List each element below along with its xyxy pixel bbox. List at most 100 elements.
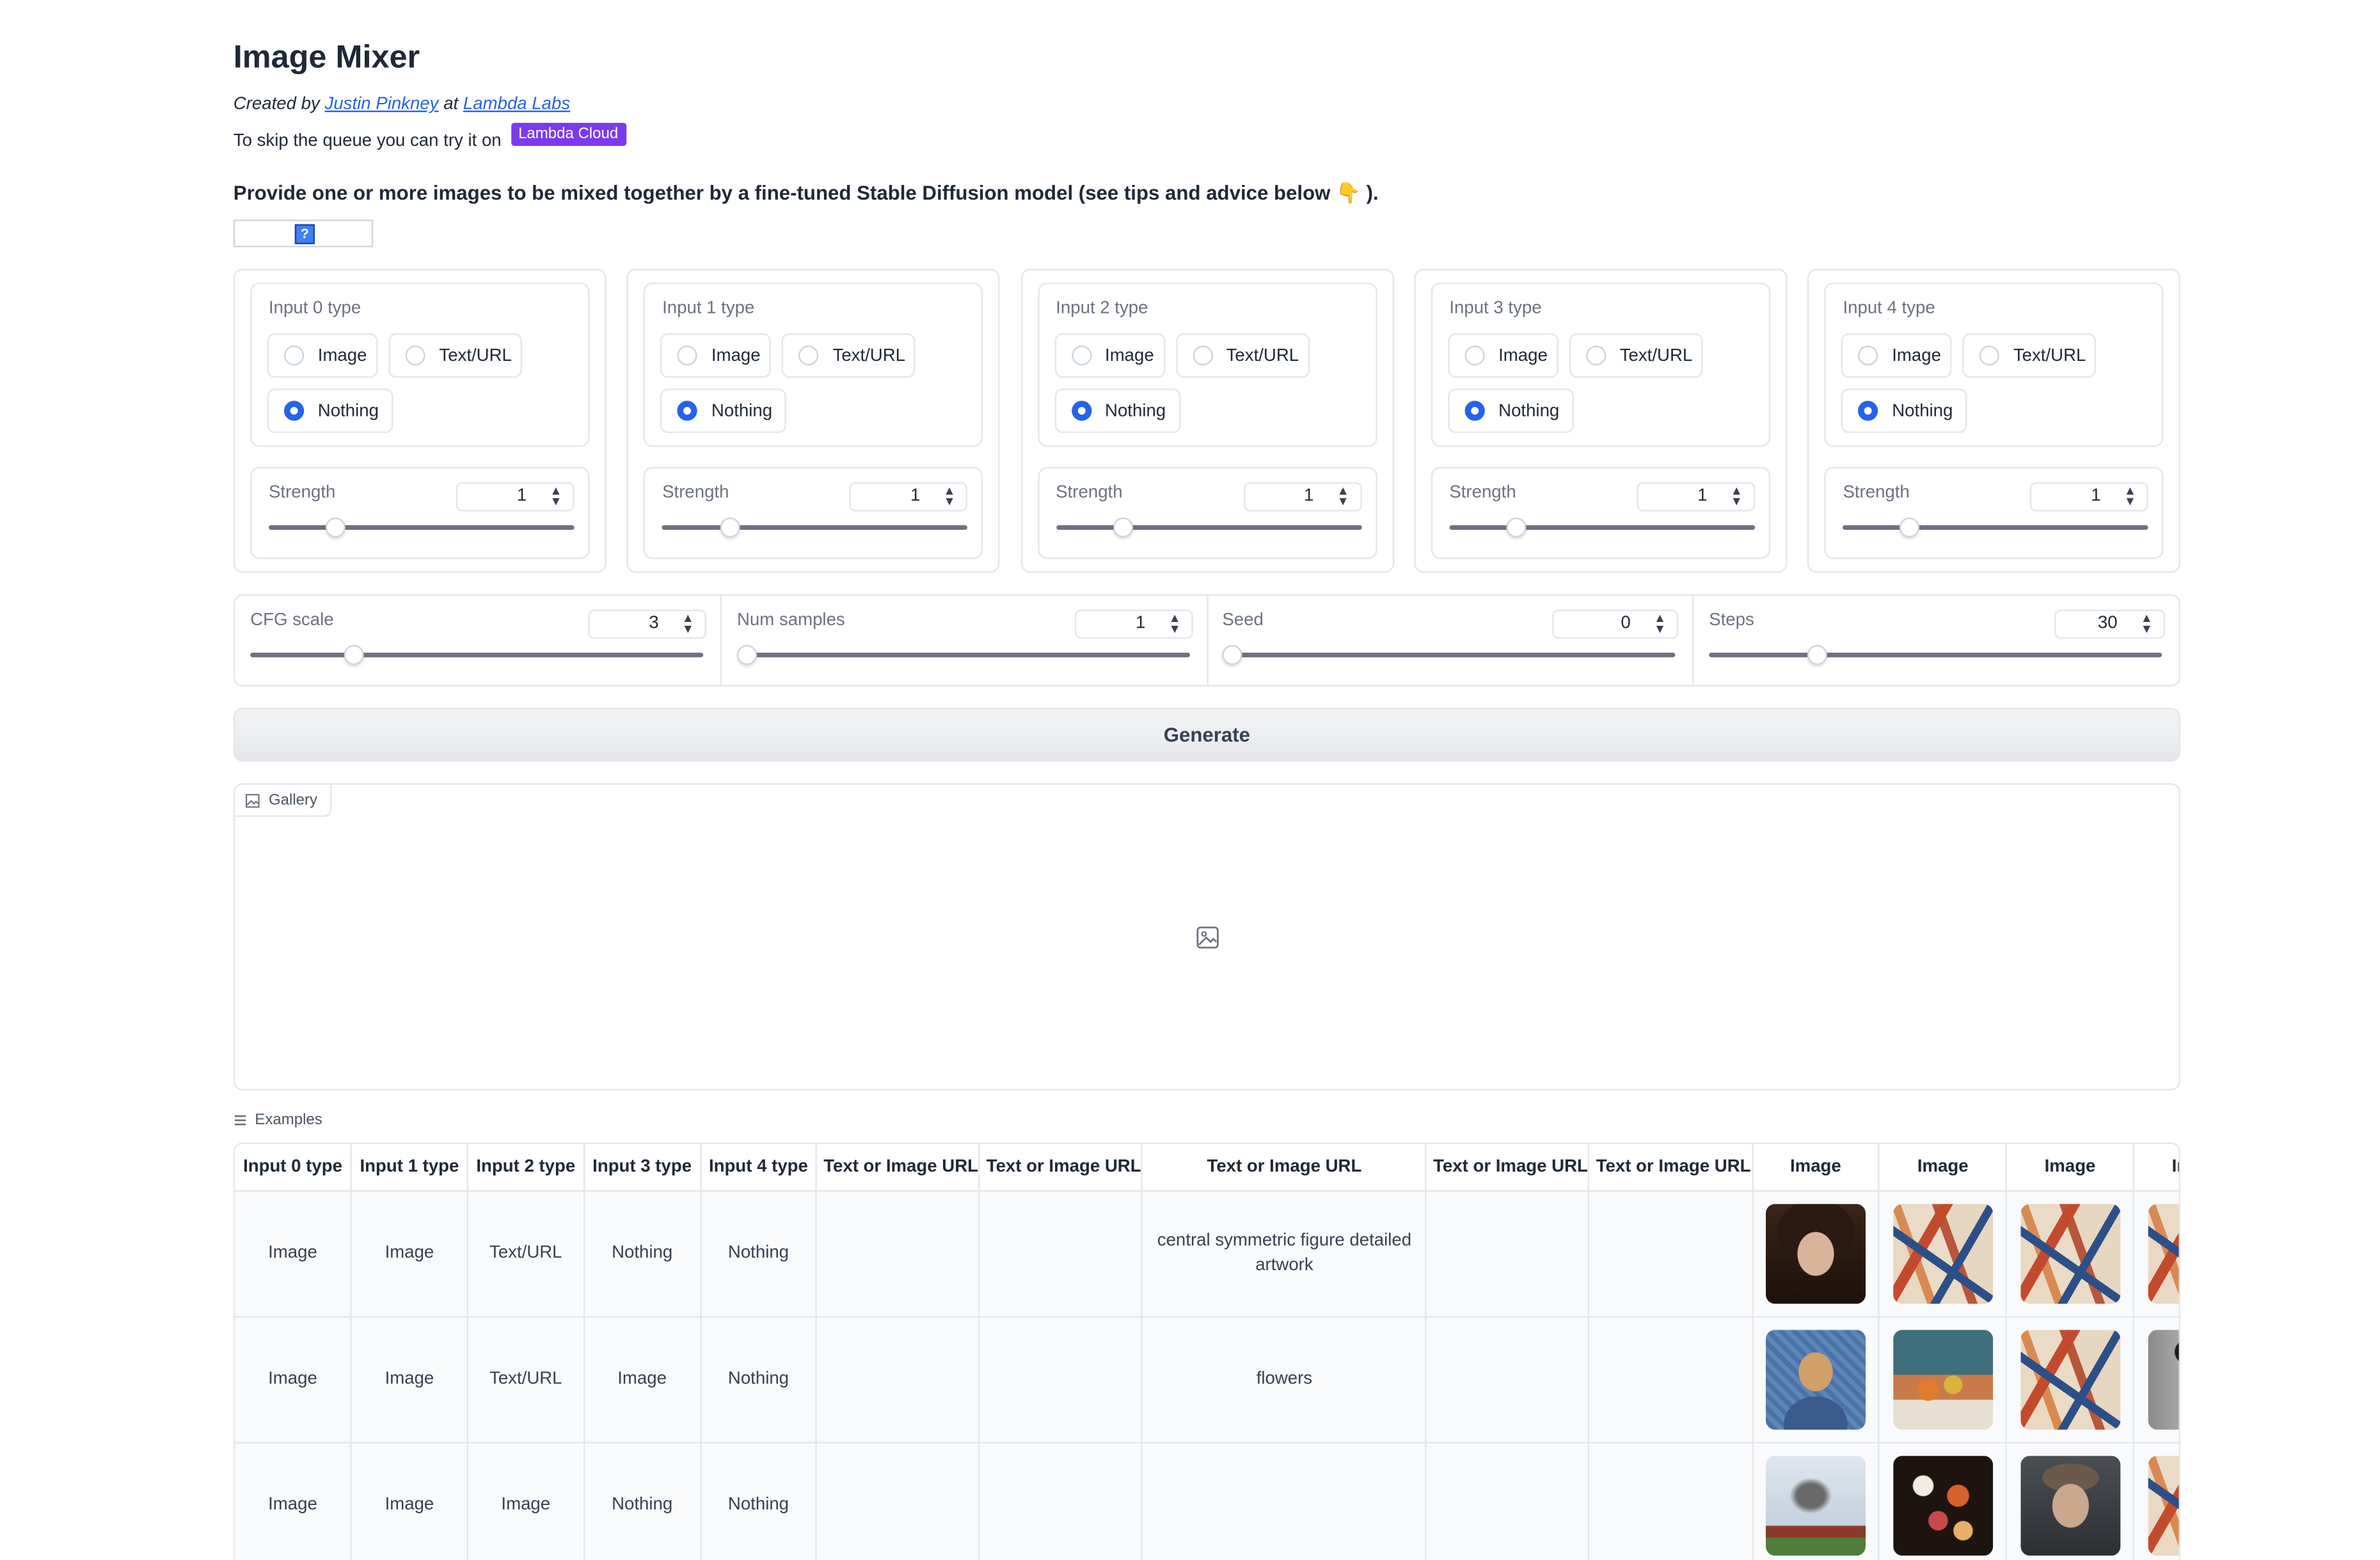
radio-circle-icon <box>1979 346 2000 366</box>
strength-input[interactable]: 1 ▲ ▼ <box>456 482 575 512</box>
radio-image[interactable]: Image <box>660 333 772 378</box>
input-type-group: Input 0 type Image Text/URL Nothing <box>250 282 590 447</box>
radio-text-url[interactable]: Text/URL <box>1569 333 1703 378</box>
spinner-icon[interactable]: ▲ ▼ <box>1654 612 1666 635</box>
radio-label: Image <box>1105 346 1154 365</box>
param-slider-track[interactable] <box>737 653 1191 658</box>
example-cell: Image <box>235 1190 353 1317</box>
strength-slider-handle[interactable] <box>1506 517 1527 538</box>
spinner-icon[interactable]: ▲ ▼ <box>2141 612 2153 635</box>
spinner-icon[interactable]: ▲ ▼ <box>1731 484 1743 507</box>
radio-image[interactable]: Image <box>1447 333 1559 378</box>
example-row[interactable]: Image Image Text/URL Image Nothing flowers <box>235 1316 2179 1443</box>
example-cell: Text/URL <box>467 1190 585 1317</box>
spinner-icon[interactable]: ▲ ▼ <box>1337 484 1349 507</box>
radio-text-url[interactable]: Text/URL <box>782 333 916 378</box>
radio-nothing[interactable]: Nothing <box>1841 388 1967 433</box>
strength-slider-handle[interactable] <box>719 517 740 538</box>
example-row[interactable]: Image Image Image Nothing Nothing <box>235 1442 2179 1560</box>
spinner-icon[interactable]: ▲ ▼ <box>1169 612 1181 635</box>
thumbnail-cubist-abstract <box>1892 1203 1993 1303</box>
example-cell: Nothing <box>700 1316 818 1443</box>
example-row[interactable]: Image Image Text/URL Nothing Nothing central … <box>235 1190 2179 1317</box>
strength-slider-track[interactable] <box>1843 525 2149 530</box>
spinner-icon[interactable]: ▲ ▼ <box>2124 484 2136 507</box>
strength-value: 1 <box>516 486 527 505</box>
radio-label: Text/URL <box>2013 346 2086 365</box>
strength-slider-track[interactable] <box>662 525 968 530</box>
strength-value: 1 <box>910 486 921 505</box>
column-header: Text or Image URL <box>1426 1144 1591 1191</box>
column-header: Input 3 type <box>583 1144 701 1191</box>
example-cell: Text/URL <box>467 1316 585 1443</box>
thumbnail-cubist-abstract <box>2020 1329 2120 1429</box>
param-slider-track[interactable] <box>250 653 704 658</box>
param-slider-handle[interactable] <box>1807 645 1828 665</box>
strength-slider-handle[interactable] <box>326 517 346 538</box>
gallery-label: Gallery <box>269 792 318 809</box>
strength-input[interactable]: 1 ▲ ▼ <box>849 482 968 512</box>
param-number-input[interactable]: 0 ▲ ▼ <box>1552 609 1679 639</box>
param-slider-handle[interactable] <box>736 645 756 665</box>
strength-slider-handle[interactable] <box>1900 517 1921 538</box>
spinner-icon[interactable]: ▲ ▼ <box>944 484 956 507</box>
strength-input[interactable]: 1 ▲ ▼ <box>2030 482 2149 512</box>
param-slider-track[interactable] <box>1709 653 2162 658</box>
strength-slider-track[interactable] <box>269 525 575 530</box>
param-slider-track[interactable] <box>1222 653 1676 658</box>
radio-circle-icon <box>678 401 698 421</box>
param-slider-handle[interactable] <box>1221 645 1242 665</box>
radio-text-url[interactable]: Text/URL <box>388 333 523 378</box>
org-link[interactable]: Lambda Labs <box>463 95 570 114</box>
input-type-group: Input 2 type Image Text/URL Nothing <box>1037 282 1377 447</box>
at-text: at <box>443 95 459 114</box>
param-slider-handle[interactable] <box>344 645 365 665</box>
example-image-cell <box>2006 1190 2135 1317</box>
input-type-label: Input 2 type <box>1056 299 1148 318</box>
radio-nothing[interactable]: Nothing <box>660 388 787 433</box>
radio-circle-icon <box>405 346 425 366</box>
column-header: Image <box>1879 1144 2008 1191</box>
radio-image[interactable]: Image <box>267 333 378 378</box>
strength-input[interactable]: 1 ▲ ▼ <box>1243 482 1361 512</box>
strength-input[interactable]: 1 ▲ ▼ <box>1637 482 1755 512</box>
strength-slider-track[interactable] <box>1449 525 1755 530</box>
column-header: Input 4 type <box>700 1144 818 1191</box>
strength-slider-track[interactable] <box>1056 525 1361 530</box>
radio-text-url[interactable]: Text/URL <box>1175 333 1310 378</box>
input-type-label: Input 4 type <box>1843 299 1935 318</box>
example-cell <box>1589 1190 1753 1317</box>
gallery: Gallery <box>233 783 2181 1091</box>
example-image-cell <box>2006 1442 2135 1560</box>
param-number-input[interactable]: 3 ▲ ▼ <box>588 609 706 639</box>
radio-label: Nothing <box>711 401 773 420</box>
duplicate-space-button[interactable]: ? <box>233 219 374 248</box>
radio-text-url[interactable]: Text/URL <box>1962 333 2097 378</box>
spinner-icon[interactable]: ▲ ▼ <box>550 484 562 507</box>
radio-label: Nothing <box>1892 401 1953 420</box>
radio-nothing[interactable]: Nothing <box>1054 388 1180 433</box>
strength-slider-handle[interactable] <box>1113 517 1133 538</box>
radio-image[interactable]: Image <box>1841 333 1952 378</box>
input-type-group: Input 4 type Image Text/URL Nothing <box>1824 282 2164 447</box>
radio-image[interactable]: Image <box>1054 333 1165 378</box>
radio-nothing[interactable]: Nothing <box>267 388 393 433</box>
param-number-input[interactable]: 30 ▲ ▼ <box>2054 609 2166 639</box>
spinner-icon[interactable]: ▲ ▼ <box>682 612 694 635</box>
example-cell: Image <box>351 1316 469 1443</box>
lambda-cloud-badge[interactable]: Lambda Cloud <box>511 123 626 147</box>
gallery-tab: Gallery <box>235 784 331 817</box>
generate-button[interactable]: Generate <box>233 708 2181 762</box>
radio-nothing[interactable]: Nothing <box>1447 388 1574 433</box>
example-image-cell <box>1752 1316 1880 1443</box>
author-link[interactable]: Justin Pinkney <box>325 95 439 114</box>
input-panel-0: Input 0 type Image Text/URL Nothing Strength… <box>233 269 607 573</box>
param-number-input[interactable]: 1 ▲ ▼ <box>1075 609 1193 639</box>
input-type-label: Input 3 type <box>1449 299 1542 318</box>
radio-circle-icon <box>284 401 305 421</box>
input-panel-4: Input 4 type Image Text/URL Nothing Strength… <box>1807 269 2181 573</box>
strength-label: Strength <box>1449 484 1516 502</box>
example-cell: Image <box>351 1190 469 1317</box>
radio-circle-icon <box>1585 346 1606 366</box>
input-type-label: Input 1 type <box>662 299 755 318</box>
